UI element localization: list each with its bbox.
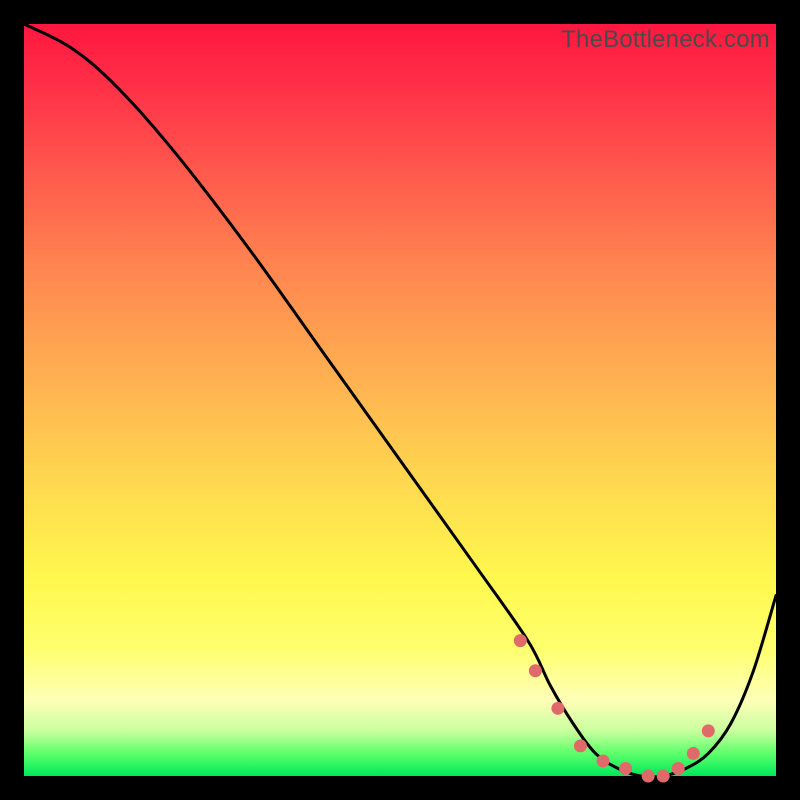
- highlight-dot: [702, 724, 715, 737]
- bottleneck-curve: [24, 24, 776, 777]
- chart-frame: TheBottleneck.com: [24, 24, 776, 776]
- highlight-dot: [657, 770, 670, 783]
- highlight-dot: [672, 762, 685, 775]
- highlight-dot: [619, 762, 632, 775]
- highlight-dot: [642, 770, 655, 783]
- highlight-dot: [529, 664, 542, 677]
- highlight-dot: [574, 739, 587, 752]
- highlight-dot: [551, 702, 564, 715]
- highlight-dot: [597, 754, 610, 767]
- highlight-dot: [514, 634, 527, 647]
- highlight-dots-group: [514, 634, 715, 782]
- curve-layer: [24, 24, 776, 776]
- highlight-dot: [687, 747, 700, 760]
